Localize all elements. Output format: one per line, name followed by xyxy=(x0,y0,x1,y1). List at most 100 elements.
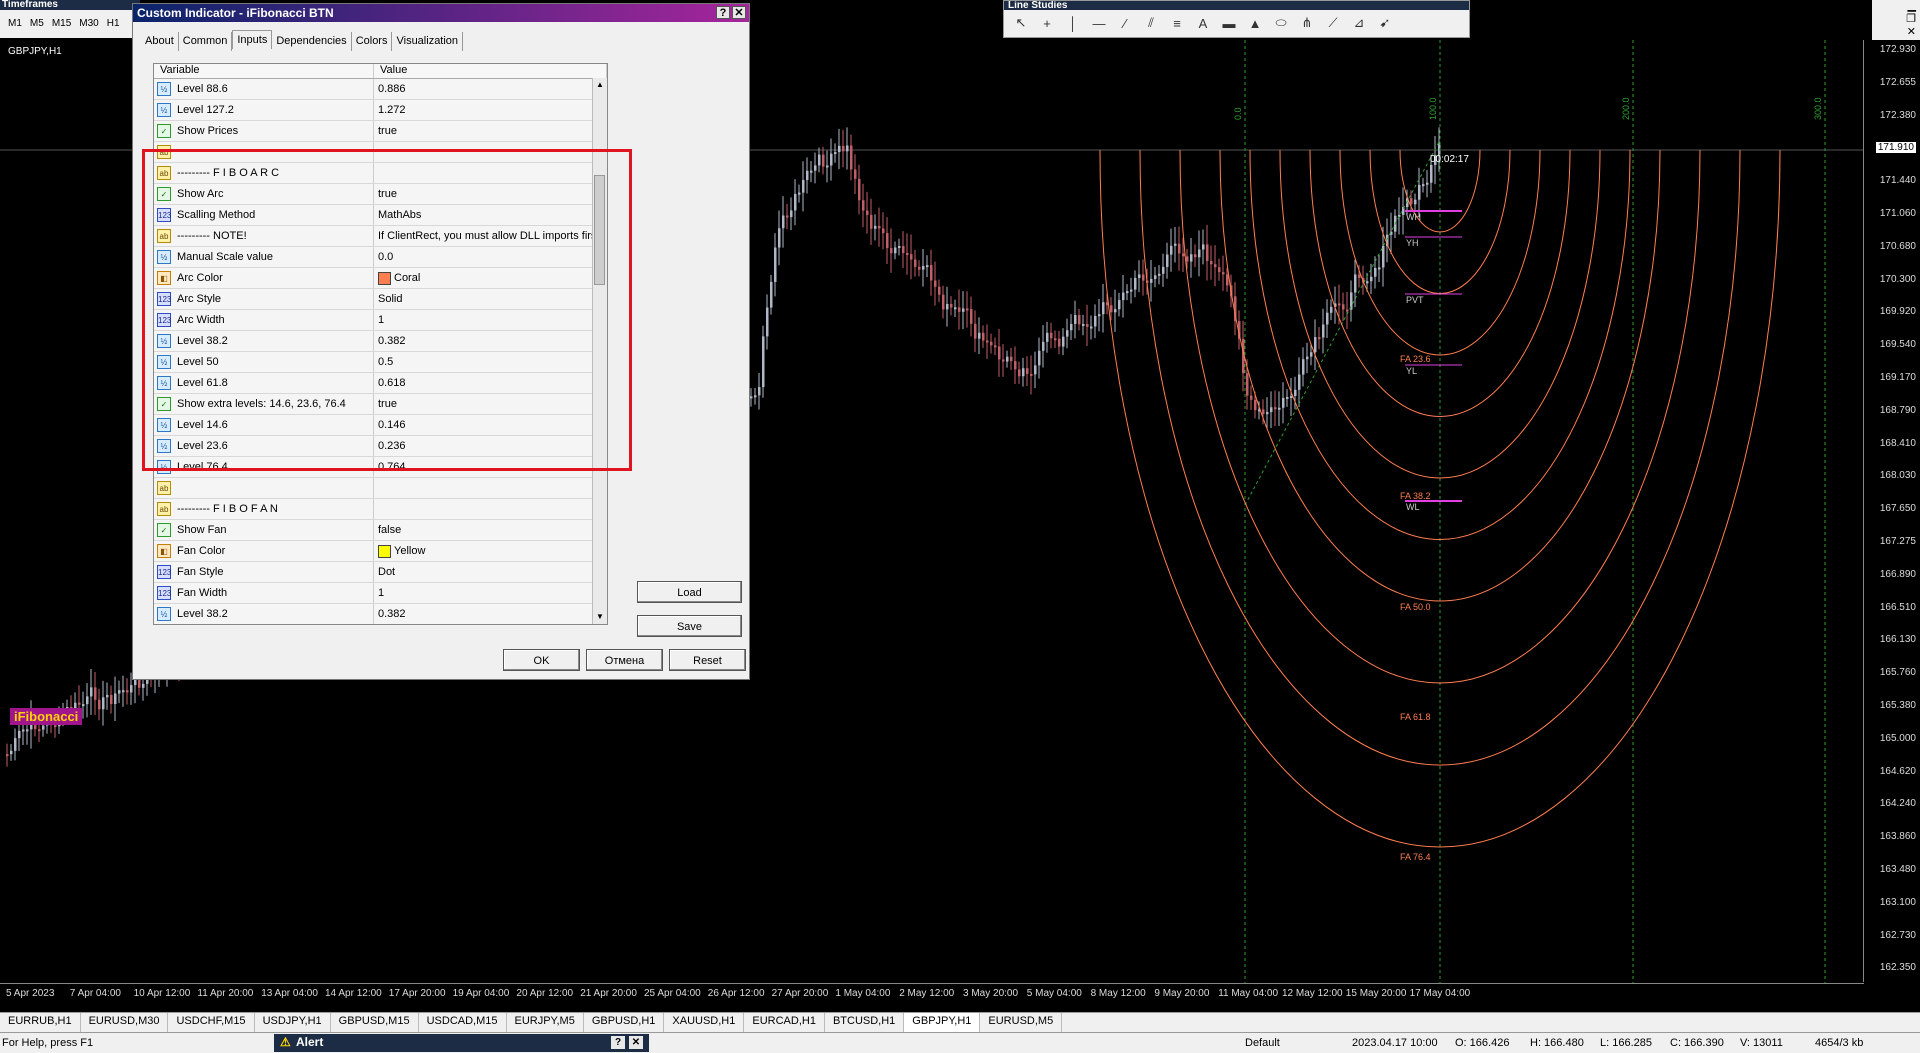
tab-inputs[interactable]: Inputs xyxy=(232,30,273,49)
close-icon[interactable]: ✕ xyxy=(629,1036,643,1049)
close-icon[interactable]: ✕ xyxy=(1872,26,1920,39)
value-cell[interactable]: MathAbs xyxy=(374,209,607,221)
value-cell[interactable]: 0.382 xyxy=(374,608,607,620)
symbol-tab[interactable]: EURUSD,M5 xyxy=(980,1013,1063,1033)
arrows-icon[interactable]: ➹ xyxy=(1372,15,1398,31)
value-column-header[interactable]: Value xyxy=(374,64,607,78)
grid-row[interactable]: ab --------- NOTE! If ClientRect, you must… xyxy=(154,226,607,247)
symbol-tab[interactable]: USDCAD,M15 xyxy=(419,1013,507,1033)
value-cell[interactable]: 1 xyxy=(374,587,607,599)
value-cell[interactable]: Coral xyxy=(374,271,607,285)
grid-row[interactable]: 123 Fan Style Dot xyxy=(154,562,607,583)
value-cell[interactable]: 0.5 xyxy=(374,356,607,368)
grid-row[interactable]: ½ Level 61.8 0.618 xyxy=(154,373,607,394)
tab-about[interactable]: About xyxy=(141,32,179,51)
grid-row[interactable]: ½ Manual Scale value 0.0 xyxy=(154,247,607,268)
grid-row[interactable]: ✓ Show Fan false xyxy=(154,520,607,541)
restore-icon[interactable]: ❐ xyxy=(1872,13,1920,26)
symbol-tab[interactable]: XAUUSD,H1 xyxy=(664,1013,745,1033)
timeframe-m5-button[interactable]: M5 xyxy=(26,18,48,29)
symbol-tab[interactable]: USDJPY,H1 xyxy=(255,1013,331,1033)
reset-button[interactable]: Reset xyxy=(669,649,746,671)
help-icon[interactable]: ? xyxy=(716,6,730,19)
grid-row[interactable]: ab --------- F I B O A R C xyxy=(154,163,607,184)
grid-row[interactable]: 123 Arc Style Solid xyxy=(154,289,607,310)
grid-row[interactable]: ½ Level 50 0.5 xyxy=(154,352,607,373)
tab-dependencies[interactable]: Dependencies xyxy=(272,32,352,51)
grid-row[interactable]: ½ Level 38.2 0.382 xyxy=(154,604,607,624)
horizontal-line-icon[interactable]: — xyxy=(1086,16,1112,31)
variable-column-header[interactable]: Variable xyxy=(154,64,374,78)
value-cell[interactable]: 1.272 xyxy=(374,104,607,116)
scroll-up-icon[interactable]: ▲ xyxy=(593,78,607,92)
grid-row[interactable]: ab xyxy=(154,478,607,499)
value-cell[interactable]: 0.236 xyxy=(374,440,607,452)
crosshair-icon[interactable]: + xyxy=(1034,16,1060,31)
value-cell[interactable]: 0.886 xyxy=(374,83,607,95)
grid-row[interactable]: ◧ Arc Color Coral xyxy=(154,268,607,289)
grid-row[interactable]: 123 Scalling Method MathAbs xyxy=(154,205,607,226)
grid-scrollbar[interactable]: ▲ ▼ xyxy=(592,78,607,624)
value-cell[interactable]: If ClientRect, you must allow DLL import… xyxy=(374,230,607,242)
symbol-tab[interactable]: EURJPY,M5 xyxy=(507,1013,584,1033)
value-cell[interactable]: 0.618 xyxy=(374,377,607,389)
cursor-icon[interactable]: ↖ xyxy=(1008,15,1034,31)
fibo-fan-icon[interactable]: ⊿ xyxy=(1346,15,1372,31)
value-cell[interactable]: false xyxy=(374,524,607,536)
equidistant-channel-icon[interactable]: ⫽ xyxy=(1138,15,1164,31)
rectangle-icon[interactable]: ▬ xyxy=(1216,16,1242,31)
trendline-icon[interactable]: ⁄ xyxy=(1112,16,1138,31)
value-cell[interactable]: 0.146 xyxy=(374,419,607,431)
timeframe-m1-button[interactable]: M1 xyxy=(4,18,26,29)
grid-row[interactable]: 123 Fan Width 1 xyxy=(154,583,607,604)
symbol-tab[interactable]: EURUSD,M30 xyxy=(81,1013,169,1033)
tab-colors[interactable]: Colors xyxy=(352,32,393,51)
timeframe-h1-button[interactable]: H1 xyxy=(103,18,124,29)
grid-row[interactable]: ab --------- F I B O F A N xyxy=(154,499,607,520)
grid-row[interactable]: 123 Arc Width 1 xyxy=(154,310,607,331)
grid-row[interactable]: ½ Level 88.6 0.886 xyxy=(154,79,607,100)
grid-row[interactable]: ½ Level 38.2 0.382 xyxy=(154,331,607,352)
grid-row[interactable]: ½ Level 127.2 1.272 xyxy=(154,100,607,121)
value-cell[interactable]: true xyxy=(374,188,607,200)
vertical-line-icon[interactable]: │ xyxy=(1060,16,1086,31)
grid-row[interactable]: ½ Level 14.6 0.146 xyxy=(154,415,607,436)
help-icon[interactable]: ? xyxy=(611,1036,625,1049)
symbol-tab[interactable]: GBPUSD,M15 xyxy=(331,1013,419,1033)
pitchfork-icon[interactable]: ⋔ xyxy=(1294,15,1320,31)
value-cell[interactable]: 0.0 xyxy=(374,251,607,263)
grid-row[interactable]: ½ Level 76.4 0.764 xyxy=(154,457,607,478)
tab-visualization[interactable]: Visualization xyxy=(392,32,464,51)
value-cell[interactable]: Dot xyxy=(374,566,607,578)
value-cell[interactable]: 0.764 xyxy=(374,461,607,473)
grid-row[interactable]: ✓ Show Arc true xyxy=(154,184,607,205)
value-cell[interactable]: 1 xyxy=(374,314,607,326)
value-cell[interactable]: Solid xyxy=(374,293,607,305)
symbol-tab[interactable]: EURRUB,H1 xyxy=(0,1013,81,1033)
tab-common[interactable]: Common xyxy=(179,32,233,51)
value-cell[interactable]: true xyxy=(374,398,607,410)
triangle-icon[interactable]: ▲ xyxy=(1242,16,1268,31)
symbol-tab[interactable]: GBPUSD,H1 xyxy=(584,1013,665,1033)
grid-row[interactable]: ab xyxy=(154,142,607,163)
fibonacci-icon[interactable]: ≡ xyxy=(1164,16,1190,31)
save-button[interactable]: Save xyxy=(637,615,742,637)
ok-button[interactable]: OK xyxy=(503,649,580,671)
scrollbar-thumb[interactable] xyxy=(594,175,605,285)
symbol-tab[interactable]: USDCHF,M15 xyxy=(168,1013,255,1033)
value-cell[interactable]: true xyxy=(374,125,607,137)
value-cell[interactable]: 0.382 xyxy=(374,335,607,347)
gann-icon[interactable]: ⟋ xyxy=(1320,15,1346,31)
value-cell[interactable]: Yellow xyxy=(374,544,607,558)
close-icon[interactable]: ✕ xyxy=(732,6,746,19)
symbol-tab[interactable]: EURCAD,H1 xyxy=(744,1013,825,1033)
ifibonacci-badge[interactable]: iFibonacci xyxy=(10,708,83,725)
scroll-down-icon[interactable]: ▼ xyxy=(593,610,607,624)
load-button[interactable]: Load xyxy=(637,581,742,603)
timeframe-m30-button[interactable]: M30 xyxy=(75,18,102,29)
timeframe-m15-button[interactable]: M15 xyxy=(48,18,75,29)
minimize-icon[interactable]: ▁ xyxy=(1872,0,1920,13)
ellipse-icon[interactable]: ⬭ xyxy=(1268,15,1294,31)
grid-row[interactable]: ✓ Show extra levels: 14.6, 23.6, 76.4 true xyxy=(154,394,607,415)
grid-row[interactable]: ✓ Show Prices true xyxy=(154,121,607,142)
